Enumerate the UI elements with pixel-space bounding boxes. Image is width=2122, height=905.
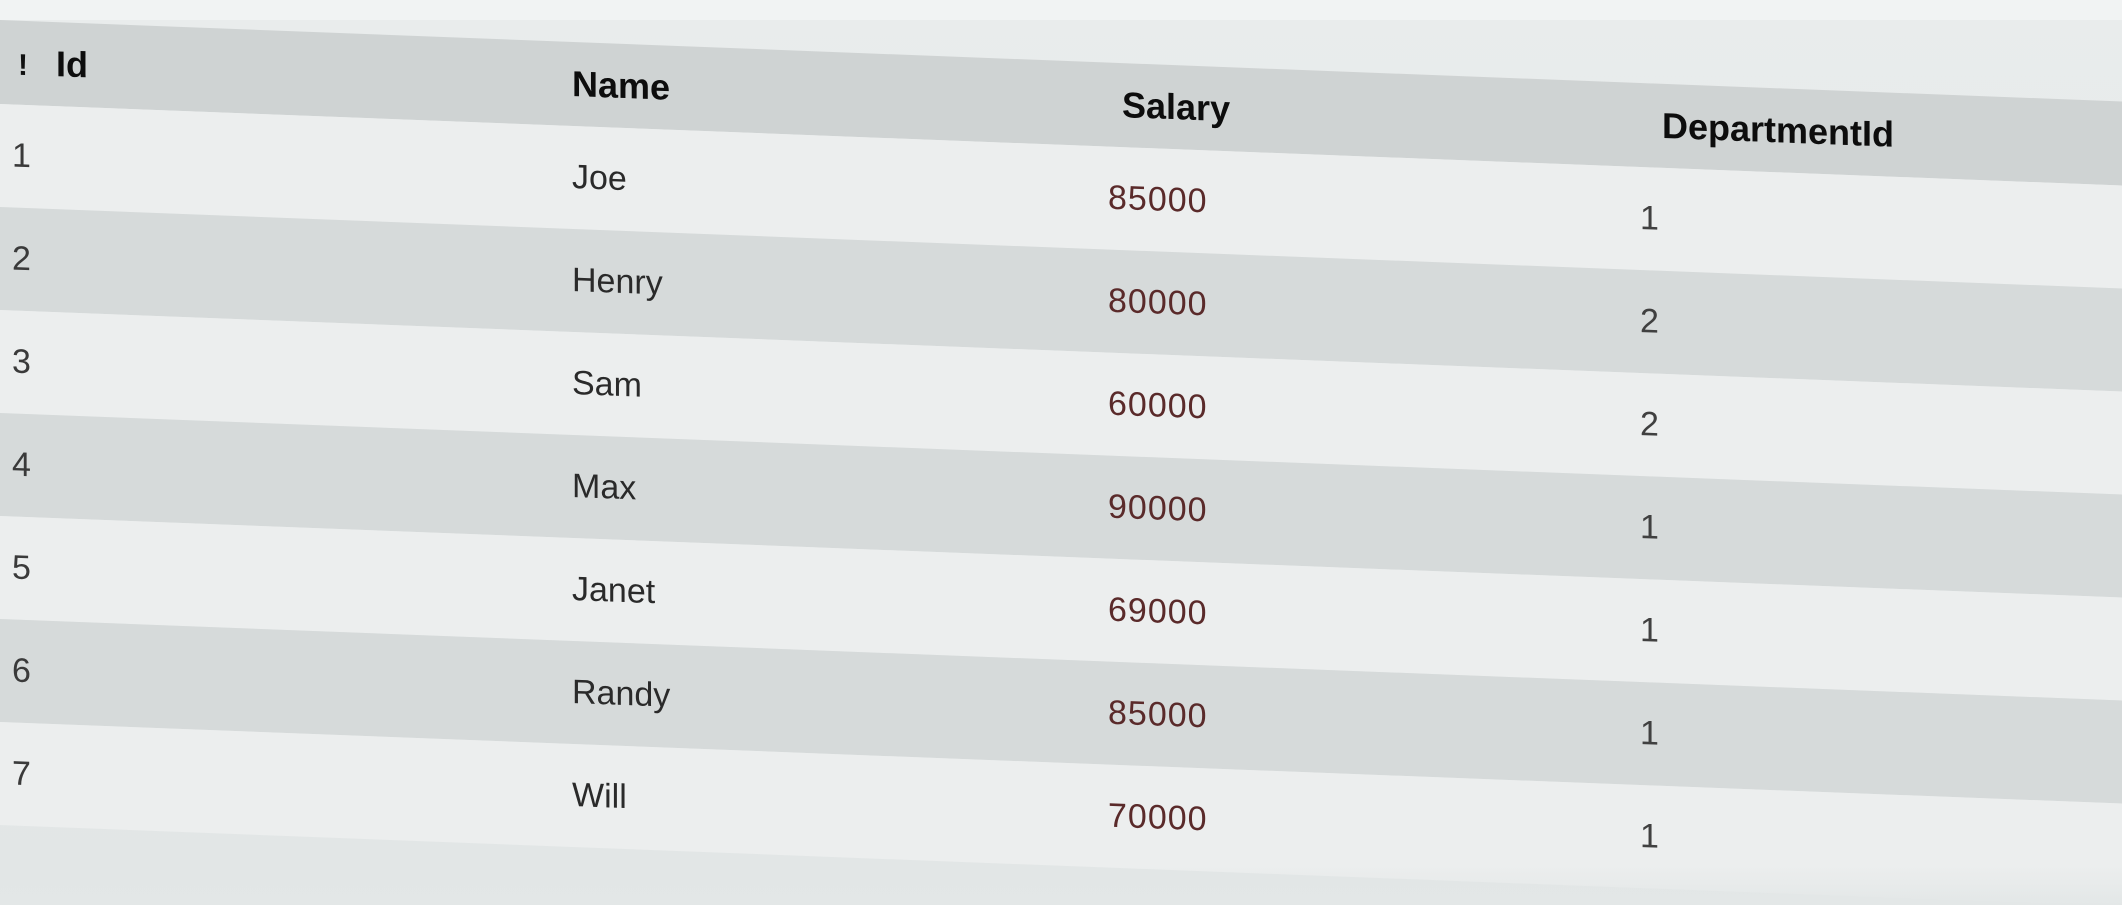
cell-department-id: 1 xyxy=(1640,199,1659,238)
table-body: 1 Joe 85000 1 2 Henry 80000 2 3 Sam 6000… xyxy=(0,104,2122,905)
cell-department-id: 2 xyxy=(1640,405,1659,444)
cell-department-id: 1 xyxy=(1640,714,1659,753)
pin-icon: ! xyxy=(18,48,28,83)
cell-department-id: 1 xyxy=(1640,508,1659,547)
cell-id: 7 xyxy=(12,754,31,794)
results-table: ! Id Name Salary DepartmentId 1 Joe 85000… xyxy=(0,20,2122,905)
column-header-id-label: Id xyxy=(56,43,88,86)
bottom-fade xyxy=(0,865,2122,905)
cell-department-id: 1 xyxy=(1640,611,1659,650)
cell-name: Will xyxy=(572,775,627,817)
cell-department-id: 2 xyxy=(1640,302,1659,341)
top-strip xyxy=(0,0,2122,20)
query-results-screen: ! Id Name Salary DepartmentId 1 Joe 85000… xyxy=(0,0,2122,905)
